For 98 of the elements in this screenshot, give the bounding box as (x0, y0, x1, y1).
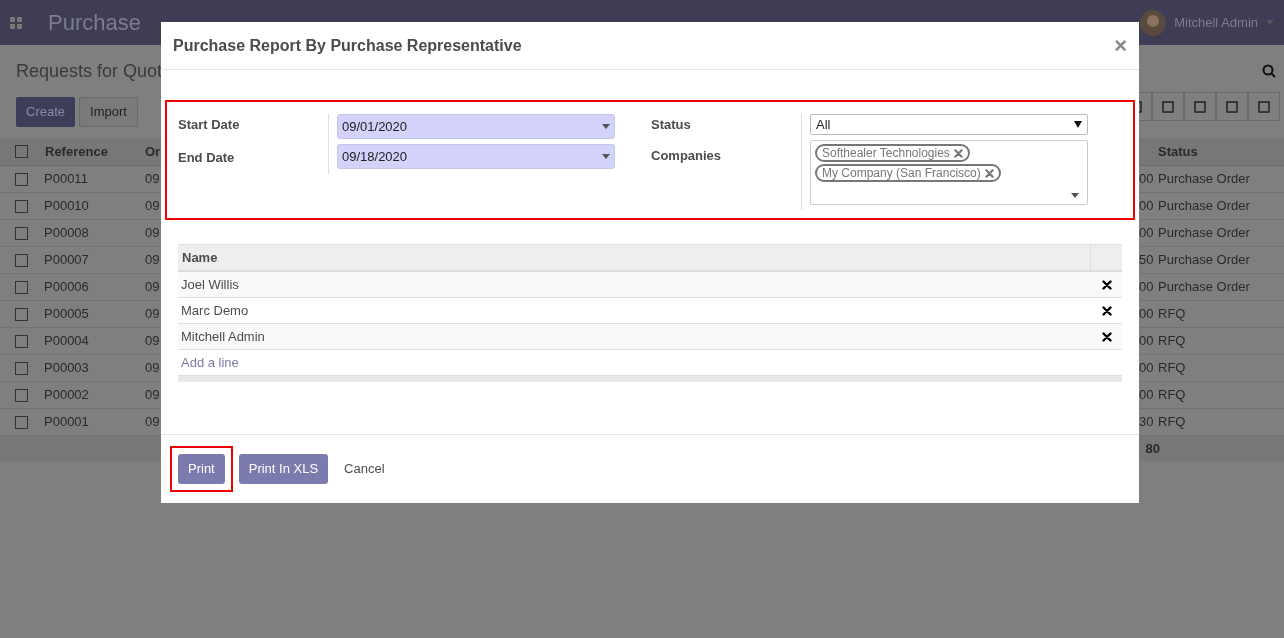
company-tag: My Company (San Francisco) (815, 164, 1001, 182)
table-cell-text: 09 (145, 197, 160, 216)
checkbox[interactable] (15, 226, 28, 240)
view-icon (1258, 100, 1270, 113)
table-cell-text: Purchase Order (1158, 197, 1251, 216)
table-cell-text: Purchase Order (1158, 251, 1251, 270)
caret-icon (1071, 193, 1079, 198)
table-cell-text: P00004 (43, 332, 90, 351)
cancel-button[interactable]: Cancel (334, 454, 395, 484)
column-header: Status (1158, 142, 1199, 161)
field-label: Companies (651, 146, 723, 165)
user-name[interactable]: Mitchell Admin (1174, 12, 1258, 33)
table-cell-text: 09 (145, 251, 160, 270)
table-cell-text: 09 (145, 359, 160, 378)
column-header: Or (145, 142, 161, 161)
view-switch-button[interactable] (1248, 92, 1280, 121)
table-cell-text: P00011 (43, 170, 89, 189)
table-cell-text: Joel Willis (180, 275, 240, 294)
view-icon (1226, 100, 1238, 113)
table-cell-text: 09 (145, 278, 160, 297)
date-field[interactable]: 09/01/2020 (337, 114, 615, 139)
checkbox[interactable] (15, 388, 28, 402)
table-cell-text: Mitchell Admin (180, 327, 266, 346)
remove-icon[interactable] (1101, 305, 1112, 316)
print-button[interactable]: Print (178, 454, 225, 484)
create-button[interactable]: Create (16, 97, 76, 127)
caret-icon (1074, 121, 1082, 128)
table-cell-text: P00001 (43, 413, 90, 432)
table-cell-text: 00 (1139, 386, 1155, 405)
checkbox[interactable] (15, 199, 28, 213)
table-cell-text: 00 (1139, 224, 1155, 243)
caret-icon (602, 154, 610, 159)
view-switch-button[interactable] (1184, 92, 1216, 121)
table-cell-text: 09 (145, 170, 160, 189)
checkbox[interactable] (15, 334, 28, 348)
caret-icon (1266, 20, 1274, 25)
table-cell-text: RFQ (1158, 413, 1187, 432)
table-cell-text: 50 (1139, 251, 1155, 270)
view-icon (1194, 100, 1206, 113)
avatar-icon[interactable] (1140, 9, 1167, 36)
table-cell-text: 09 (145, 332, 160, 351)
table-cell-text: 00 (1139, 170, 1155, 189)
table-cell-text: RFQ (1158, 332, 1187, 351)
dialog-title: Purchase Report By Purchase Representative (173, 35, 522, 56)
table-cell-text: P00003 (43, 359, 90, 378)
table-cell-text: P00008 (43, 224, 90, 243)
checkbox[interactable] (15, 307, 28, 321)
table-cell-text: P00002 (43, 386, 90, 405)
table-cell-text: 09 (145, 413, 160, 432)
remove-icon[interactable] (1101, 331, 1112, 342)
table-cell-text: RFQ (1158, 386, 1187, 405)
field-label: End Date (178, 148, 236, 167)
table-cell-text: Purchase Order (1158, 170, 1251, 189)
table-cell-text: P00006 (43, 278, 90, 297)
checkbox[interactable] (15, 253, 28, 267)
table-cell-text: 09 (145, 305, 160, 324)
column-header: Name (178, 245, 1091, 270)
remove-icon[interactable] (1101, 279, 1112, 290)
table-cell-text: RFQ (1158, 359, 1187, 378)
table-cell-text: 00 (1139, 197, 1155, 216)
print-button[interactable]: Print In XLS (238, 454, 329, 484)
table-cell-text: 00 (1139, 305, 1155, 324)
checkbox[interactable] (15, 280, 28, 294)
table-cell-text: P00010 (43, 197, 90, 216)
total-cell-text: 80 (1145, 439, 1160, 458)
app-title: Purchase (48, 9, 141, 37)
close-button[interactable]: × (1114, 34, 1127, 57)
table-cell-text: P00007 (43, 251, 90, 270)
apps-menu-icon[interactable] (10, 16, 22, 29)
import-button[interactable]: Import (79, 97, 138, 127)
checkbox[interactable] (15, 172, 28, 186)
company-tag: Softhealer Technologies (815, 144, 970, 162)
table-cell-text: 00 (1139, 278, 1155, 297)
view-icon (1162, 100, 1174, 113)
table-cell-text: Purchase Order (1158, 224, 1251, 243)
add-line-link[interactable]: Add a line (178, 352, 239, 373)
column-header: Reference (44, 142, 109, 161)
table-cell-text: 00 (1139, 332, 1155, 351)
view-switch-button[interactable] (1152, 92, 1184, 121)
search-icon[interactable] (1262, 64, 1276, 78)
checkbox[interactable] (15, 145, 28, 158)
view-switch-button[interactable] (1216, 92, 1248, 121)
checkbox[interactable] (15, 415, 28, 429)
date-field[interactable]: 09/18/2020 (337, 144, 615, 169)
table-cell-text: P00005 (43, 305, 90, 324)
table-cell-text: Marc Demo (180, 301, 250, 320)
caret-icon (602, 124, 610, 129)
table-cell-text: 30 (1139, 413, 1155, 432)
table-cell-text: RFQ (1158, 305, 1187, 324)
table-cell-text: 09 (145, 224, 160, 243)
field-label: Start Date (178, 116, 241, 134)
field-label: Status (651, 116, 692, 134)
table-cell-text: Purchase Order (1158, 278, 1251, 297)
table-cell-text: 00 (1139, 359, 1155, 378)
checkbox[interactable] (15, 361, 28, 375)
table-cell-text: 09 (145, 386, 160, 405)
status-select[interactable]: All (810, 114, 1088, 135)
breadcrumb: Requests for Quot (16, 60, 164, 83)
